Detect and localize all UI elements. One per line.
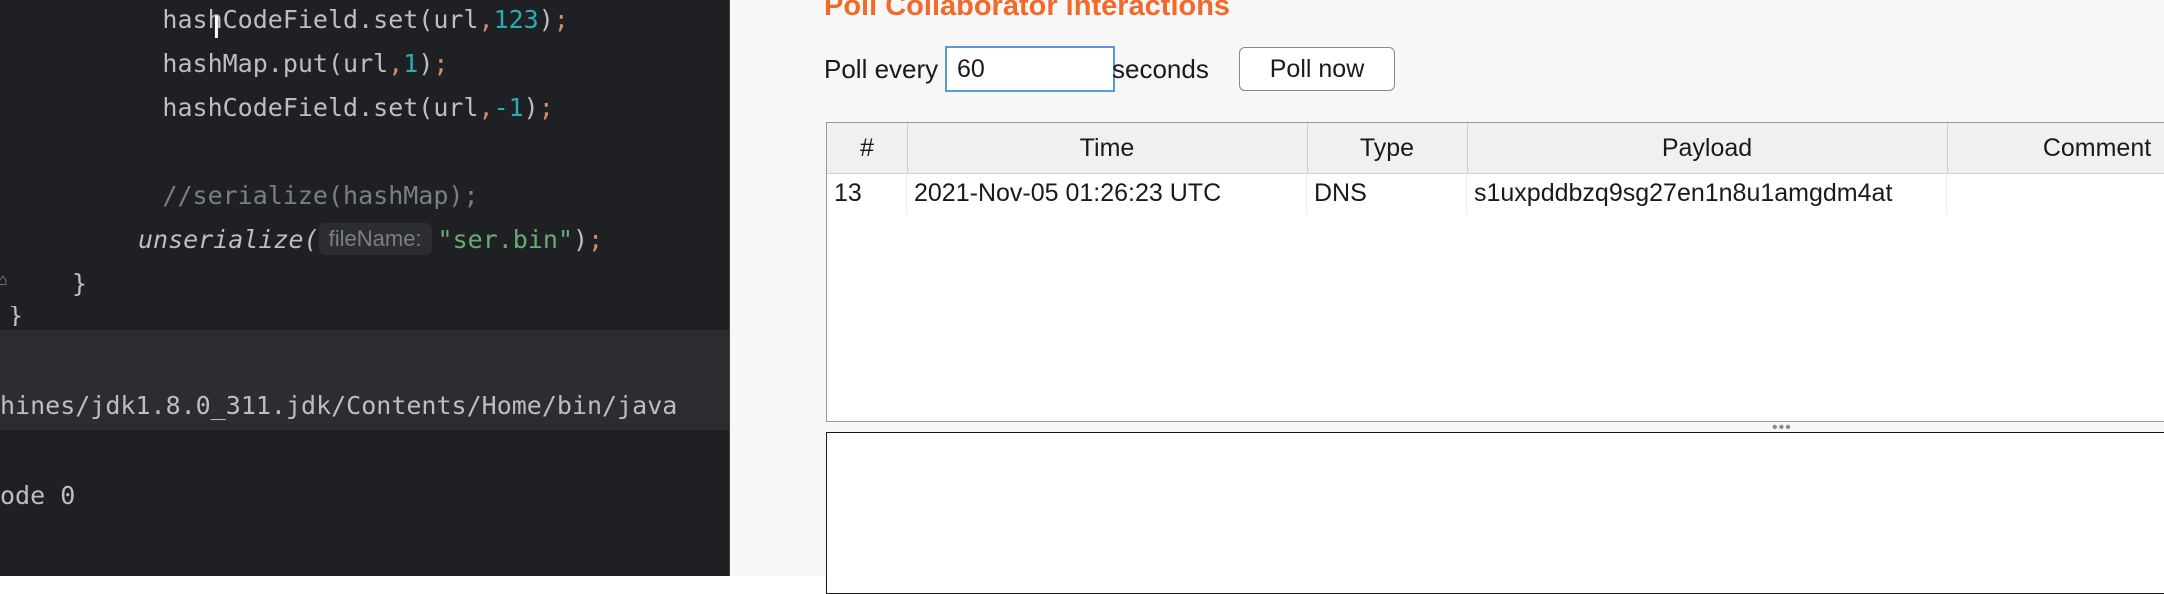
code-token: -1 xyxy=(493,93,524,122)
interactions-table[interactable]: # Time Type Payload Comment 13 2021-Nov-… xyxy=(826,122,2164,422)
closing-brace: } xyxy=(8,306,24,326)
code-token: , xyxy=(478,5,494,34)
code-token: , xyxy=(478,93,494,122)
tool-window-header xyxy=(0,330,730,382)
code-token: ; xyxy=(553,5,569,34)
semicolon: ; xyxy=(588,225,604,254)
parameter-hint: fileName: xyxy=(318,223,432,255)
cell-type: DNS xyxy=(1307,173,1467,213)
poll-interval-input[interactable] xyxy=(945,46,1115,92)
column-header-type[interactable]: Type xyxy=(1307,123,1468,173)
column-header-time[interactable]: Time xyxy=(907,123,1308,173)
column-header-comment[interactable]: Comment xyxy=(1947,123,2164,173)
cell-payload: s1uxpddbzq9sg27en1n8u1amgdm4at xyxy=(1467,173,1947,213)
cell-time: 2021-Nov-05 01:26:23 UTC xyxy=(907,173,1307,213)
code-token: ; xyxy=(538,93,554,122)
code-token: 1 xyxy=(403,49,419,78)
table-row[interactable]: 13 2021-Nov-05 01:26:23 UTC DNS s1uxpddb… xyxy=(827,173,2164,213)
code-line: hashCodeField.set(url,-1); xyxy=(42,88,554,128)
code-line: //serialize(hashMap); xyxy=(42,176,479,216)
code-line: hashMap.put(url,1); xyxy=(42,44,448,84)
code-line-brace-partial: } xyxy=(8,306,23,326)
paren: ) xyxy=(573,225,589,254)
poll-every-label: Poll every xyxy=(824,54,939,84)
console-exit-text: ode 0 xyxy=(0,481,76,510)
code-token: //serialize(hashMap); xyxy=(162,181,479,210)
string-literal: "ser.bin" xyxy=(437,225,574,254)
interaction-detail-pane[interactable] xyxy=(826,432,2164,594)
seconds-label: seconds xyxy=(1112,54,1209,84)
bookmark-gutter-icon[interactable]: ⌂ xyxy=(0,272,12,288)
column-header-number[interactable]: # xyxy=(827,123,908,173)
code-line-unserialize: unserialize(fileName: "ser.bin"); xyxy=(138,220,603,260)
code-token: hashCodeField.set(url xyxy=(162,93,479,122)
console-command-line: hines/jdk1.8.0_311.jdk/Contents/Home/bin… xyxy=(0,382,730,430)
table-header: # Time Type Payload Comment xyxy=(827,123,2164,174)
ide-panel: hashCodeField.set(url,123); hashMap.put(… xyxy=(0,0,730,576)
code-token: , xyxy=(388,49,404,78)
code-token: ) xyxy=(523,93,539,122)
poll-now-button[interactable]: Poll now xyxy=(1239,47,1395,91)
code-token: hashCodeField.set(url xyxy=(162,5,479,34)
column-header-payload[interactable]: Payload xyxy=(1467,123,1948,173)
code-token: ; xyxy=(433,49,449,78)
code-token: ) xyxy=(418,49,434,78)
code-line-brace: } xyxy=(72,264,87,304)
collaborator-dialog: Poll Collaborator interactions Poll ever… xyxy=(730,0,2164,594)
code-token: ) xyxy=(538,5,554,34)
code-line: hashCodeField.set(url,123); xyxy=(42,0,569,40)
cell-comment xyxy=(1947,173,2164,213)
cell-number: 13 xyxy=(827,173,907,213)
dialog-title: Poll Collaborator interactions xyxy=(824,0,1231,22)
code-editor[interactable]: hashCodeField.set(url,123); hashMap.put(… xyxy=(0,0,730,330)
code-token: 123 xyxy=(493,5,539,34)
code-token: hashMap.put(url xyxy=(162,49,389,78)
closing-brace: } xyxy=(72,269,88,298)
method-call: unserialize( xyxy=(138,225,319,254)
text-cursor-icon: I xyxy=(212,11,221,46)
